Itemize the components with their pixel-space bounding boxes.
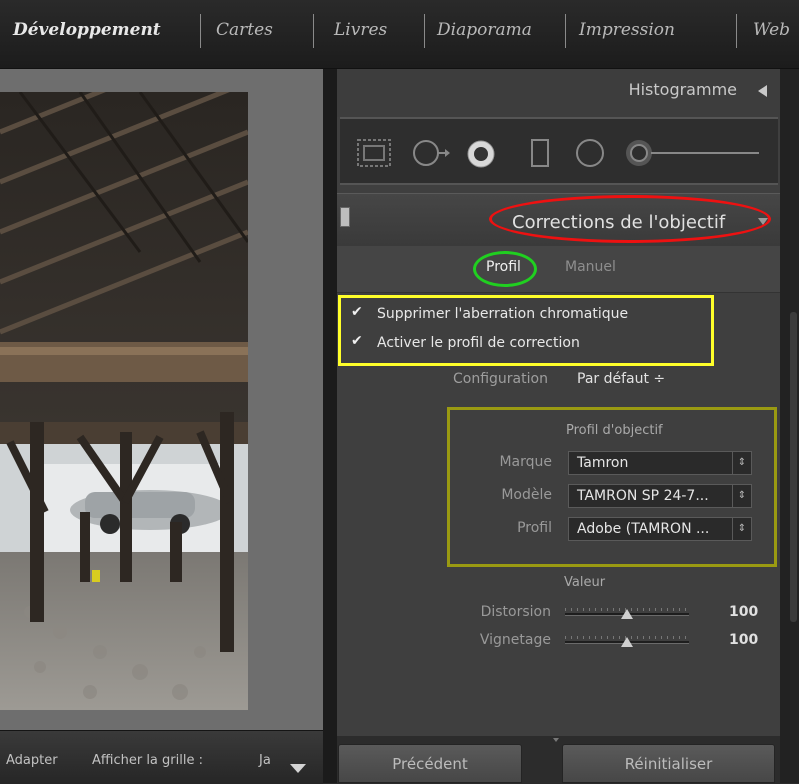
slider-thumb[interactable] [621,609,633,619]
make-value: Tamron [577,455,629,471]
module-separator [736,14,737,48]
distortion-label: Distorsion [480,604,551,620]
profile-select[interactable]: Adobe (TAMRON ... ⇕ [568,517,752,541]
annotation-red-ellipse [489,195,771,243]
vignetting-label: Vignetage [479,632,551,648]
configuration-select[interactable]: Par défaut ÷ [577,371,665,387]
reset-button[interactable]: Réinitialiser [562,744,775,783]
adjustment-brush-icon[interactable] [623,137,763,169]
distortion-value[interactable]: 100 [729,604,758,620]
grid-option-label[interactable]: Ja [259,753,271,768]
module-separator [565,14,566,48]
vignetting-value[interactable]: 100 [729,632,758,648]
module-separator [200,14,201,48]
module-picker: Développement Cartes Livres Diaporama Im… [0,0,799,69]
model-label: Modèle [501,487,552,503]
updown-icon: ⇕ [732,518,751,540]
panel-toggle-switch[interactable] [340,207,350,227]
previous-button[interactable]: Précédent [338,744,522,783]
amount-title: Valeur [564,575,606,590]
module-print[interactable]: Impression [579,20,675,40]
profile-value: Adobe (TAMRON ... [577,521,710,537]
tool-strip [340,117,778,185]
market-hall-photo [0,92,248,710]
updown-icon: ⇕ [732,485,751,507]
profile-label: Profil [517,520,552,536]
left-toolbar: Adapter Afficher la grille : Ja [0,730,323,784]
scrollbar-thumb[interactable] [790,312,797,622]
slider-thumb[interactable] [621,637,633,647]
model-select[interactable]: TAMRON SP 24-7... ⇕ [568,484,752,508]
vignetting-slider[interactable] [565,636,689,648]
make-select[interactable]: Tamron ⇕ [568,451,752,475]
module-separator [424,14,425,48]
model-value: TAMRON SP 24-7... [577,488,709,504]
updown-icon: ⇕ [732,452,751,474]
module-develop[interactable]: Développement [13,20,161,40]
module-book[interactable]: Livres [334,20,387,40]
distortion-slider[interactable] [565,608,689,620]
configuration-label: Configuration [453,371,548,387]
chevron-down-icon[interactable] [290,764,306,773]
lens-subtabs [337,246,780,293]
lens-profile-title: Profil d'objectif [566,423,663,438]
crop-tool-icon[interactable] [356,138,392,168]
graduated-filter-icon[interactable] [529,138,553,170]
annotation-yellow-box [338,295,714,366]
fit-label[interactable]: Adapter [6,753,58,768]
panel-divider [323,69,337,783]
collapse-arrow-icon[interactable] [758,85,767,97]
photo-image[interactable] [0,92,248,710]
footer-handle-icon[interactable] [553,738,559,742]
radial-filter-icon[interactable] [574,137,606,169]
red-eye-icon[interactable] [465,138,497,170]
module-separator [313,14,314,48]
module-map[interactable]: Cartes [216,20,273,40]
module-web[interactable]: Web [753,20,790,40]
spot-removal-icon[interactable] [412,137,452,169]
module-slideshow[interactable]: Diaporama [437,20,532,40]
make-label: Marque [499,454,552,470]
tab-manual[interactable]: Manuel [565,259,616,275]
histogram-title[interactable]: Histogramme [629,80,737,99]
annotation-green-ellipse [473,251,537,287]
show-grid-label[interactable]: Afficher la grille : [92,753,203,768]
